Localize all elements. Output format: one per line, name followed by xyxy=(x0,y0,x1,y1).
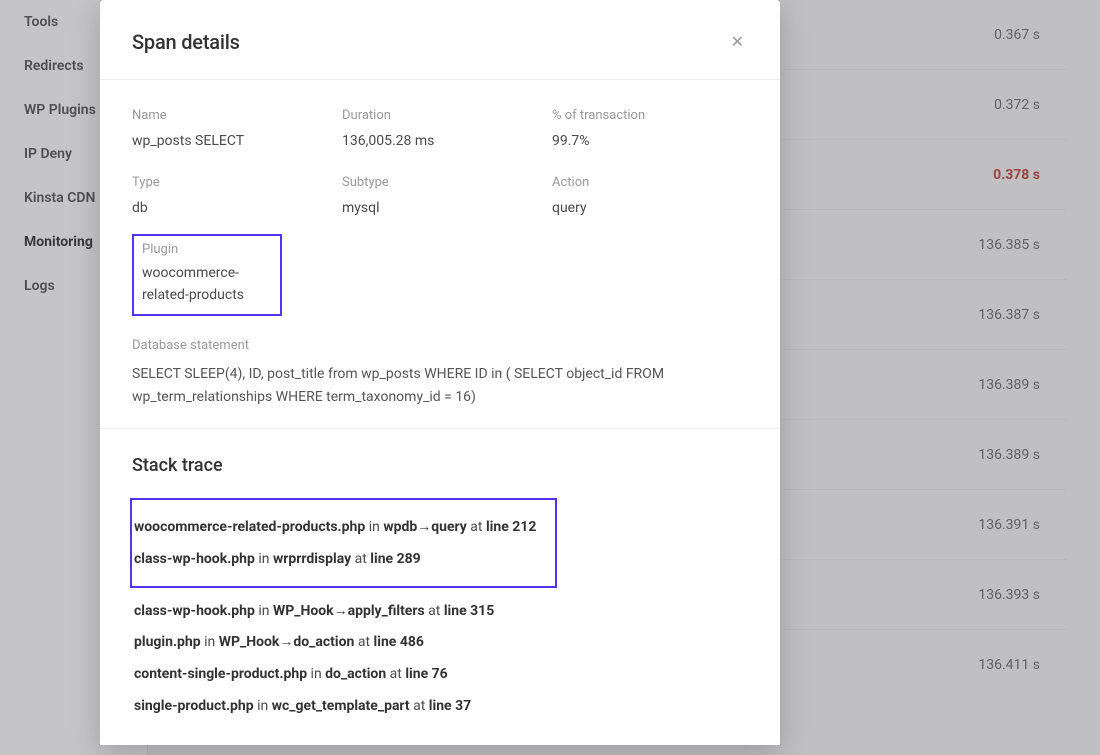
modal-title: Span details xyxy=(132,30,240,54)
modal-body: Name wp_posts SELECT Duration 136,005.28… xyxy=(100,80,780,428)
field-label: Action xyxy=(552,175,748,190)
field-plugin-highlight: Plugin woocommerce-related-products xyxy=(132,234,282,316)
field-label: Type xyxy=(132,175,342,190)
field-value: query xyxy=(552,200,748,216)
field-label: Duration xyxy=(342,108,552,123)
stack-trace-line: content-single-product.php in do_action … xyxy=(132,659,748,691)
field-duration: Duration 136,005.28 ms xyxy=(342,108,552,149)
modal-header: Span details ✕ xyxy=(100,0,780,80)
field-action: Action query xyxy=(552,175,748,216)
field-name: Name wp_posts SELECT xyxy=(132,108,342,149)
stack-trace-section: Stack trace woocommerce-related-products… xyxy=(100,429,780,730)
stack-trace-title: Stack trace xyxy=(132,455,748,476)
field-type: Type db xyxy=(132,175,342,216)
stack-trace-line: class-wp-hook.php in wrprrdisplay at lin… xyxy=(132,544,545,576)
span-details-modal: Span details ✕ Name wp_posts SELECT Dura… xyxy=(100,0,780,745)
stack-trace-line: woocommerce-related-products.php in wpdb… xyxy=(132,512,545,544)
field-value: SELECT SLEEP(4), ID, post_title from wp_… xyxy=(132,363,748,408)
stack-trace-line: plugin.php in WP_Hook→do_action at line … xyxy=(132,627,748,659)
field-label: Subtype xyxy=(342,175,552,190)
stack-trace-highlight: woocommerce-related-products.php in wpdb… xyxy=(130,498,557,587)
field-value: mysql xyxy=(342,200,552,216)
field-label: Name xyxy=(132,108,342,123)
field-value: 99.7% xyxy=(552,133,748,149)
field-label: % of transaction xyxy=(552,108,748,123)
field-value: wp_posts SELECT xyxy=(132,133,342,149)
field-value: 136,005.28 ms xyxy=(342,133,552,149)
stack-trace-line: class-wp-hook.php in WP_Hook→apply_filte… xyxy=(132,596,748,628)
field-database-statement: Database statement SELECT SLEEP(4), ID, … xyxy=(132,338,748,408)
field-value: woocommerce-related-products xyxy=(142,263,272,306)
field-subtype: Subtype mysql xyxy=(342,175,552,216)
close-icon[interactable]: ✕ xyxy=(727,28,748,55)
stack-trace-line: single-product.php in wc_get_template_pa… xyxy=(132,691,748,723)
field-pct-of-transaction: % of transaction 99.7% xyxy=(552,108,748,149)
field-label: Plugin xyxy=(142,242,272,257)
field-value: db xyxy=(132,200,342,216)
field-label: Database statement xyxy=(132,338,748,353)
